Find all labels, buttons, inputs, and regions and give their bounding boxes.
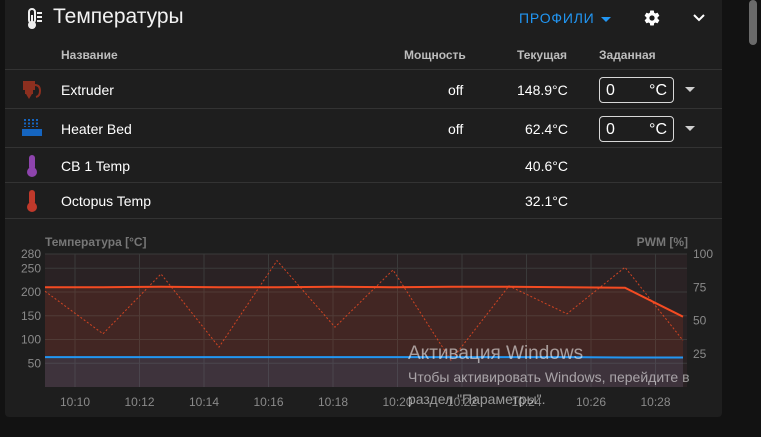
heater-power: off	[448, 82, 464, 98]
x-tick-label: 10:28	[640, 395, 670, 409]
temperatures-panel: Температуры ПРОФИЛИ Название Мощность Те…	[5, 0, 722, 417]
heater-name: Extruder	[61, 82, 114, 98]
temperature-chart: Температура [°C] PWM [%] 501001502002502…	[21, 235, 713, 409]
target-temp-unit: °C	[649, 121, 667, 138]
x-tick-label: 10:14	[189, 395, 219, 409]
heater-power: off	[448, 121, 464, 137]
profiles-button[interactable]: ПРОФИЛИ	[519, 10, 611, 26]
preset-dropdown[interactable]	[685, 126, 695, 131]
x-tick-label: 10:22	[447, 395, 477, 409]
page-scrollbar[interactable]	[749, 0, 757, 45]
target-temp-unit: °C	[649, 82, 667, 99]
sensor-name: Octopus Temp	[61, 193, 152, 209]
column-power: Мощность	[404, 48, 466, 62]
target-temp-field[interactable]: °C	[599, 116, 674, 142]
sensor-current-temp: 32.1°C	[525, 193, 568, 209]
x-tick-label: 10:18	[318, 395, 348, 409]
thermometer-icon	[26, 189, 38, 218]
series-area	[45, 357, 683, 387]
y-tick-label: 150	[21, 309, 41, 323]
table-row-octopus-temp: Octopus Temp 32.1°C	[5, 182, 722, 219]
sensor-name: CB 1 Temp	[61, 158, 130, 174]
target-temp-field[interactable]: °C	[599, 77, 674, 103]
y2-axis-label: PWM [%]	[637, 235, 688, 249]
x-tick-label: 10:20	[382, 395, 412, 409]
preset-dropdown[interactable]	[685, 87, 695, 92]
y-tick-label: 250	[21, 261, 41, 275]
extruder-icon	[21, 79, 43, 106]
panel-title: Температуры	[53, 5, 184, 28]
table-row-cb1-temp: CB 1 Temp 40.6°C	[5, 147, 722, 183]
x-tick-label: 10:24	[511, 395, 541, 409]
y-tick-label: 50	[28, 356, 42, 370]
column-name: Название	[61, 48, 118, 62]
column-target: Заданная	[599, 48, 656, 62]
y-tick-label: 200	[21, 285, 41, 299]
sensor-current-temp: 40.6°C	[525, 158, 568, 174]
x-tick-label: 10:16	[253, 395, 283, 409]
target-temp-input[interactable]	[606, 121, 642, 139]
x-tick-label: 10:26	[576, 395, 606, 409]
panel-header: Температуры ПРОФИЛИ	[5, 0, 722, 38]
profiles-label: ПРОФИЛИ	[519, 10, 595, 26]
heater-name: Heater Bed	[61, 121, 132, 137]
caret-down-icon	[600, 16, 611, 22]
heater-current-temp: 148.9°C	[517, 82, 568, 98]
x-tick-label: 10:12	[124, 395, 154, 409]
target-temp-input[interactable]	[606, 82, 642, 100]
x-tick-label: 10:10	[60, 395, 90, 409]
y2-tick-label: 25	[693, 347, 707, 361]
chevron-up-icon[interactable]	[691, 10, 707, 31]
thermometer-icon	[26, 154, 38, 183]
table-row-extruder: Extruder off 148.9°C °C	[5, 69, 722, 109]
y2-tick-label: 100	[693, 247, 713, 261]
y2-tick-label: 75	[693, 280, 707, 294]
column-current: Текущая	[517, 48, 568, 62]
table-row-heater-bed: Heater Bed off 62.4°C °C	[5, 108, 722, 148]
heater-current-temp: 62.4°C	[525, 121, 568, 137]
gear-icon[interactable]	[643, 9, 661, 32]
y-tick-label: 100	[21, 333, 41, 347]
heater-bed-icon	[21, 117, 43, 144]
y2-tick-label: 50	[693, 314, 707, 328]
y-tick-label: 280	[21, 247, 41, 261]
thermometer-icon	[24, 8, 44, 35]
y-axis-label: Температура [°C]	[45, 235, 147, 249]
